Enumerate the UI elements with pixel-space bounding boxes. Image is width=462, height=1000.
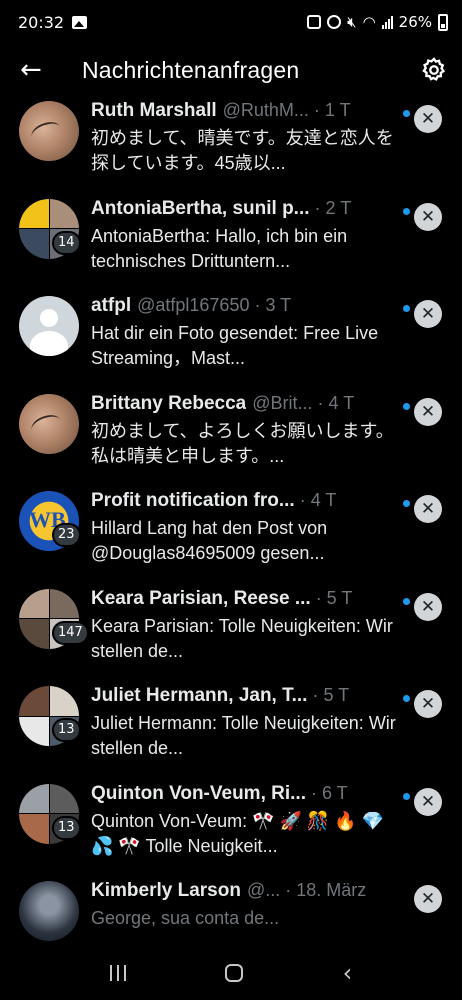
unread-dot-icon [403, 695, 410, 702]
timestamp: · 4 T [317, 392, 355, 413]
sender-name: Ruth Marshall [91, 100, 217, 121]
sender-name: AntoniaBertha, sunil p... [91, 197, 310, 219]
default-avatar[interactable] [19, 296, 79, 356]
avatar[interactable] [19, 881, 79, 941]
sender-handle: @atfpl167650 [137, 295, 250, 315]
unread-dot-icon [403, 207, 410, 215]
conversation-row[interactable]: 14 AntoniaBertha, sunil p... · 2 T Anton… [0, 194, 462, 292]
message-request-list: Ruth Marshall @RuthM... · 1 T 初めまして、晴美です… [0, 96, 462, 946]
sender-name: Brittany Rebecca [91, 392, 247, 414]
back-nav-icon[interactable]: ‹ [343, 961, 353, 985]
message-preview: Hat dir ein Foto gesendet: Free Live Str… [91, 323, 379, 368]
gallery-notification-icon [72, 15, 88, 29]
close-icon[interactable]: ✕ [414, 495, 442, 523]
conversation-row[interactable]: 147 Keara Parisian, Reese ... · 5 T Kear… [0, 584, 462, 682]
sender-name: Profit notification fro... [91, 490, 295, 511]
message-preview: Hillard Lang hat den Post von @Douglas84… [91, 518, 328, 563]
participant-count-badge: 14 [52, 230, 81, 255]
sender-name: atfpl [91, 295, 132, 316]
close-icon[interactable]: ✕ [414, 592, 442, 621]
status-bar: 20:32 🔇︎ ◠ 26% [0, 0, 462, 44]
unread-dot-icon [403, 402, 410, 410]
participant-count-badge: 147 [52, 620, 89, 645]
app-header: ← Nachrichtenanfragen [0, 44, 462, 96]
participant-count-badge: 23 [52, 523, 81, 547]
sender-name: Kimberly Larson [91, 880, 241, 901]
sender-handle: @RuthM... [222, 100, 309, 120]
conversation-row[interactable]: Brittany Rebecca @Brit... · 4 T 初めまして、よろ… [0, 389, 462, 487]
message-preview: 初めまして、晴美です。友達と恋人を探しています。45歳以... [91, 128, 394, 173]
conversation-row[interactable]: 13 Juliet Hermann, Jan, T... · 5 T Julie… [0, 681, 462, 779]
timestamp: · 18. März [285, 880, 367, 900]
conversation-row[interactable]: Kimberly Larson @... · 18. März George, … [0, 876, 462, 946]
mute-icon: 🔇︎ [347, 13, 357, 31]
timestamp: · 2 T [314, 197, 352, 218]
sender-handle: @Brit... [252, 392, 313, 413]
arrow-left-icon[interactable]: ← [20, 57, 60, 83]
close-icon[interactable]: ✕ [414, 690, 442, 718]
home-icon[interactable] [225, 964, 244, 982]
unread-dot-icon [403, 500, 410, 507]
signal-icon [381, 15, 393, 29]
unread-dot-icon [403, 110, 410, 117]
message-preview: Juliet Hermann: Tolle Neuigkeiten: Wir s… [91, 713, 396, 758]
message-preview: George, sua conta de... [91, 908, 280, 928]
recents-icon[interactable] [109, 965, 126, 981]
status-time: 20:32 [18, 12, 65, 32]
close-icon[interactable]: ✕ [414, 202, 442, 231]
timestamp: · 6 T [310, 782, 348, 803]
sender-name: Keara Parisian, Reese ... [91, 587, 311, 609]
wifi-icon: ◠ [362, 13, 376, 31]
participant-count-badge: 13 [52, 815, 81, 840]
battery-icon [438, 13, 448, 31]
page-title: Nachrichtenanfragen [82, 56, 300, 83]
unread-dot-icon [403, 792, 410, 800]
close-icon[interactable]: ✕ [414, 787, 442, 816]
conversation-row[interactable]: 13 Quinton Von-Veum, Ri... · 6 T Quinton… [0, 779, 462, 877]
system-navigation-bar: ‹ [0, 946, 462, 1000]
unread-dot-icon [403, 305, 410, 312]
sender-name: Quinton Von-Veum, Ri... [91, 782, 306, 804]
conversation-row[interactable]: 23 Profit notification fro... · 4 T Hill… [0, 486, 462, 584]
gear-icon[interactable] [420, 56, 448, 84]
conversation-row[interactable]: atfpl @atfpl167650 · 3 T Hat dir ein Fot… [0, 291, 462, 389]
sender-name: Juliet Hermann, Jan, T... [91, 685, 308, 706]
timestamp: · 3 T [254, 295, 292, 315]
avatar[interactable] [19, 101, 79, 161]
message-preview: Keara Parisian: Tolle Neuigkeiten: Wir s… [91, 615, 393, 661]
battery-percentage: 26% [398, 13, 432, 31]
message-preview: 初めまして、よろしくお願いします。私は晴美と申します。... [91, 420, 394, 466]
timestamp: · 5 T [315, 587, 353, 608]
timestamp: · 1 T [313, 100, 351, 120]
participant-count-badge: 13 [52, 718, 81, 742]
unread-dot-icon [403, 597, 410, 605]
alarm-icon [307, 15, 322, 29]
conversation-row[interactable]: Ruth Marshall @RuthM... · 1 T 初めまして、晴美です… [0, 96, 462, 194]
timestamp: · 5 T [312, 685, 350, 705]
timestamp: · 4 T [299, 490, 337, 510]
close-icon[interactable]: ✕ [414, 397, 442, 426]
avatar[interactable] [19, 393, 79, 454]
message-preview: Quinton Von-Veum: 🎌 🚀 🎊 🔥 💎 💦 🎌 Tolle Ne… [91, 810, 385, 856]
message-preview: AntoniaBertha: Hallo, ich bin ein techni… [91, 225, 348, 271]
clock-icon [327, 15, 342, 29]
close-icon[interactable]: ✕ [414, 885, 442, 913]
close-icon[interactable]: ✕ [414, 105, 442, 133]
sender-handle: @... [246, 880, 281, 900]
close-icon[interactable]: ✕ [414, 300, 442, 328]
